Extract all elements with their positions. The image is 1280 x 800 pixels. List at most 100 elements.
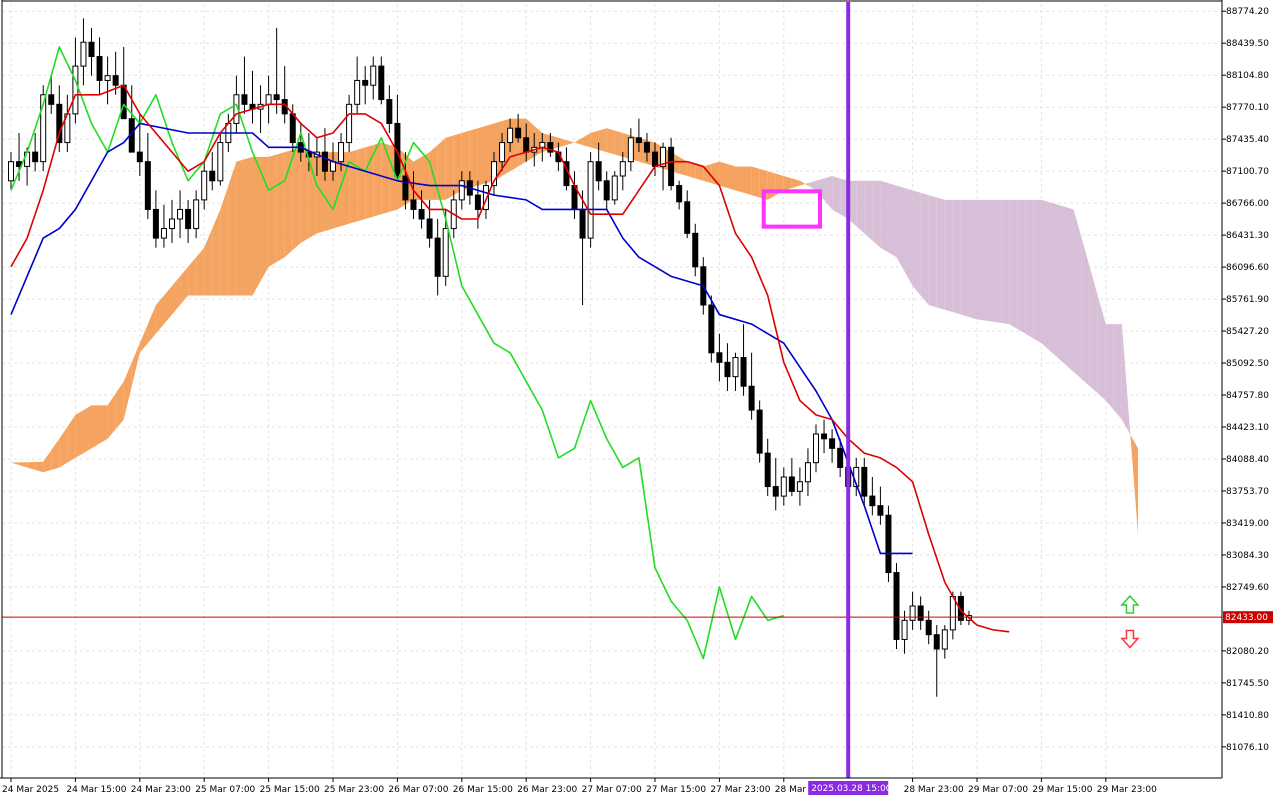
candle-body-bearish (635, 137, 642, 144)
candle-body-bearish (402, 175, 409, 201)
candle-body-bearish (756, 409, 763, 454)
candle-body-bullish (941, 629, 948, 650)
cloud-segment-bullish (598, 128, 607, 153)
candle-body-bullish (370, 65, 377, 86)
candle-body-bearish (869, 495, 876, 507)
candle-body-bearish (708, 304, 715, 354)
cloud-segment-bullish (510, 118, 519, 172)
current-price-label-text: 82433.00 (1225, 613, 1268, 623)
candle-body-bearish (861, 466, 868, 497)
x-tick-label: 27 Mar 15:00 (646, 785, 706, 795)
candle-body-bullish (160, 228, 167, 239)
candle (587, 152, 594, 248)
cloud-segment-bullish (292, 147, 301, 251)
cloud-segment-bearish (952, 199, 961, 315)
x-tick-label: 28 Mar 23:00 (904, 785, 964, 795)
candle-body-bullish (8, 161, 14, 182)
candle-body-bullish (796, 481, 803, 492)
candle-body-bullish (169, 218, 175, 230)
cloud-segment-bullish (783, 176, 792, 191)
y-tick-label: 86431.30 (1226, 231, 1269, 241)
candle (611, 171, 618, 205)
candle-body-bearish (724, 361, 731, 378)
x-tick-label: 29 Mar 07:00 (968, 785, 1028, 795)
candle-body-bearish (523, 137, 530, 153)
cloud-segment-bearish (944, 199, 953, 313)
candle-body-bullish (619, 161, 626, 177)
candle-body-bearish (764, 452, 771, 488)
cloud-segment-bearish (977, 199, 986, 321)
candle-body-bullish (780, 476, 787, 497)
y-tick-label: 88439.50 (1226, 39, 1269, 49)
cloud-segment-bearish (960, 199, 969, 317)
cloud-segment-bearish (888, 183, 897, 258)
cloud-segment-bullish (477, 125, 486, 186)
vertical-marker-label-text: 2025.03.28 15:00 (811, 784, 892, 794)
cloud-segment-bullish (276, 152, 285, 262)
candle-body-bearish (474, 194, 481, 210)
candle-body-bullish (499, 142, 506, 163)
candle-body-bearish (96, 56, 103, 81)
x-tick-label: 26 Mar 07:00 (388, 785, 448, 795)
candle-body-bullish (72, 65, 79, 115)
cloud-segment-bullish (445, 135, 454, 200)
vertical-marker-label: 2025.03.28 15:00 (808, 781, 892, 795)
cloud-segment-bearish (1065, 207, 1074, 372)
cloud-segment-bearish (968, 199, 977, 320)
cloud-segment-bullish (590, 130, 599, 150)
cloud-segment-bullish (413, 156, 422, 200)
cloud-segment-bearish (872, 180, 881, 248)
candle-body-bullish (611, 175, 618, 201)
cloud-segment-bearish (864, 180, 873, 241)
x-tick-label: 24 Mar 15:00 (66, 785, 126, 795)
y-tick-label: 81076.10 (1226, 743, 1269, 753)
candle-body-bearish (652, 151, 658, 167)
cloud-segment-bearish (1009, 199, 1018, 329)
x-tick-label: 24 Mar 23:00 (131, 785, 191, 795)
candle-body-bearish (378, 65, 385, 101)
candle-body-bearish (209, 170, 216, 182)
cloud-segment-bullish (244, 156, 253, 296)
x-tick-label: 29 Mar 15:00 (1032, 785, 1092, 795)
candle-body-bearish (136, 151, 143, 163)
candle-body-bearish (740, 357, 747, 387)
candle-body-bearish (877, 505, 884, 516)
y-tick-label: 88104.80 (1226, 71, 1269, 81)
y-tick-label: 85761.90 (1226, 295, 1269, 305)
candle-body-bearish (692, 232, 699, 268)
cloud-segment-bearish (1025, 199, 1034, 339)
y-tick-label: 81410.80 (1226, 711, 1269, 721)
cloud-segment-bullish (751, 166, 760, 198)
candle-body-bearish (515, 127, 522, 139)
cloud-segment-bullish (767, 171, 776, 200)
y-tick-label: 87770.10 (1226, 103, 1269, 113)
cloud-segment-bearish (985, 199, 994, 322)
y-tick-label: 81745.50 (1226, 679, 1269, 689)
cloud-segment-bearish (1057, 204, 1066, 365)
candle-body-bearish (772, 486, 779, 497)
candle (893, 563, 900, 649)
candle-body-bearish (386, 99, 393, 124)
cloud-segment-bearish (1049, 202, 1058, 358)
candle-body-bearish (289, 113, 296, 144)
candle (756, 400, 763, 463)
candle (885, 505, 892, 583)
y-tick-label: 86096.60 (1226, 263, 1269, 273)
plot-background (0, 0, 1280, 800)
candle-body-bearish (788, 476, 795, 492)
cloud-segment-bullish (437, 137, 446, 200)
cloud-segment-bearish (993, 199, 1002, 323)
candle-body-bearish (434, 237, 441, 277)
current-price-label: 82433.00 (1223, 611, 1273, 624)
x-tick-label: 26 Mar 23:00 (517, 785, 577, 795)
cloud-segment-bullish (349, 149, 358, 224)
candle-body-bearish (917, 605, 924, 621)
candle-body-bearish (321, 151, 328, 172)
candle-body-bearish (88, 41, 95, 58)
y-tick-label: 83084.30 (1226, 551, 1269, 561)
candle-body-bullish (330, 161, 336, 172)
cloud-segment-bullish (469, 128, 478, 188)
cloud-segment-bearish (920, 192, 929, 305)
cloud-segment-bearish (832, 176, 841, 215)
y-tick-label: 82080.20 (1226, 647, 1269, 657)
